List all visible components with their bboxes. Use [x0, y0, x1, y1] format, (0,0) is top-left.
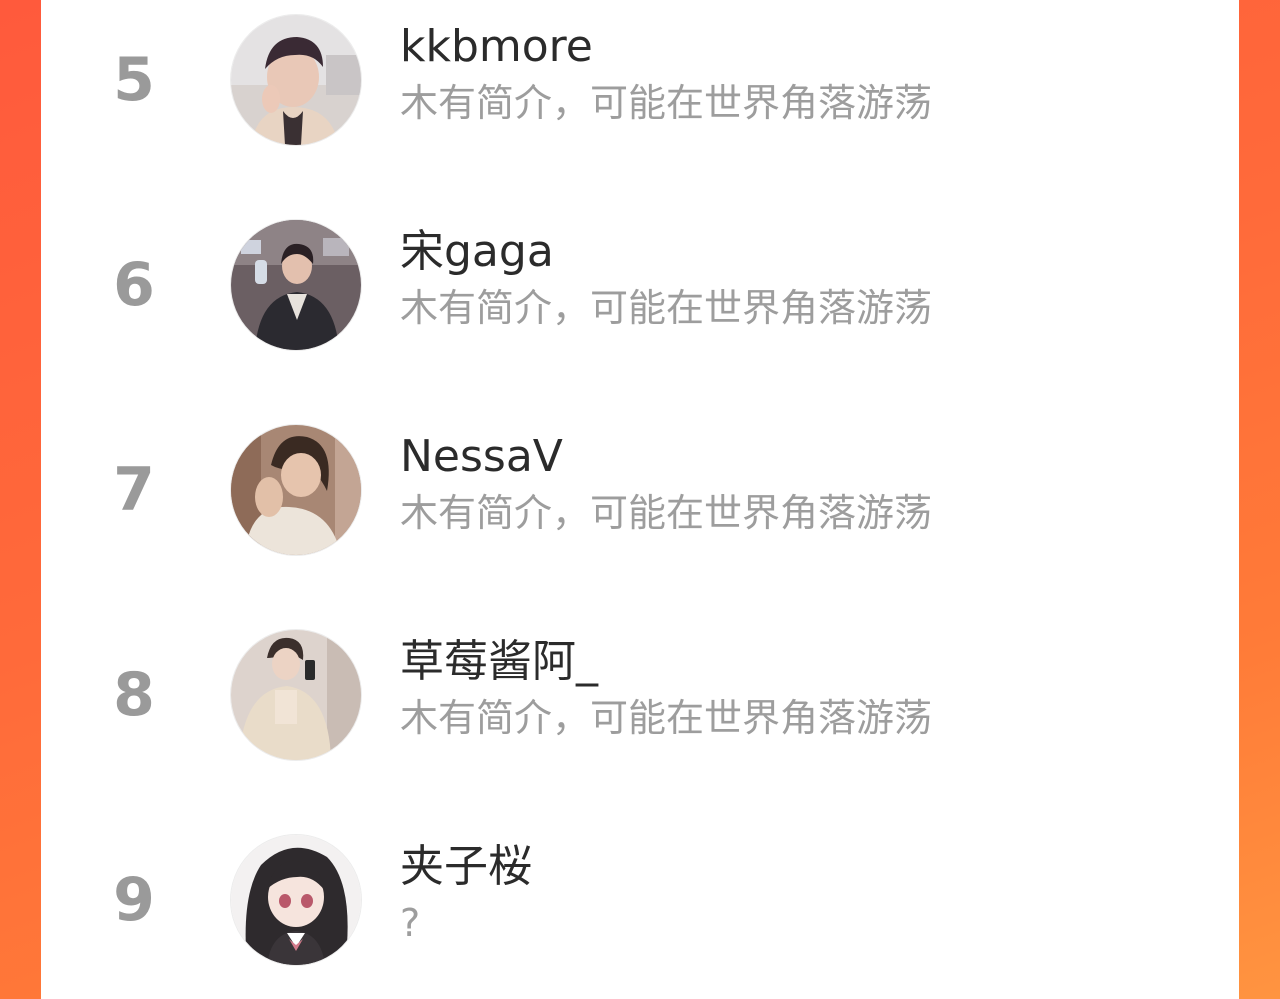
user-photo-icon: [231, 15, 361, 145]
user-name[interactable]: NessaV: [400, 430, 563, 484]
ranking-list-item[interactable]: 5 kkbmore 木有简介，可能在世界角落游荡: [41, 2, 1239, 152]
user-avatar[interactable]: [230, 834, 362, 966]
user-avatar[interactable]: [230, 219, 362, 351]
user-name[interactable]: 宋gaga: [400, 225, 554, 279]
user-name[interactable]: 夹子桜: [400, 840, 532, 894]
user-bio: 木有简介，可能在世界角落游荡: [400, 81, 933, 125]
user-bio: 木有简介，可能在世界角落游荡: [400, 491, 933, 535]
user-bio: 木有简介，可能在世界角落游荡: [400, 696, 933, 740]
user-avatar[interactable]: [230, 14, 362, 146]
user-bio: ?: [400, 901, 421, 945]
user-photo-icon: [231, 425, 361, 555]
rank-number: 9: [113, 865, 155, 935]
anime-avatar-icon: [231, 835, 361, 965]
user-avatar[interactable]: [230, 629, 362, 761]
rank-number: 8: [113, 660, 155, 730]
user-name[interactable]: kkbmore: [400, 20, 593, 74]
user-photo-icon: [231, 630, 361, 760]
rank-number: 5: [113, 45, 155, 115]
user-name[interactable]: 草莓酱阿_: [400, 635, 598, 689]
user-photo-icon: [231, 220, 361, 350]
ranking-list-item[interactable]: 7 NessaV 木有简介，可能在世界角落游荡: [41, 412, 1239, 562]
ranking-list-item[interactable]: 9 夹子桜 ?: [41, 822, 1239, 972]
ranking-list-item[interactable]: 6 宋gaga 木有简介，可能在世界角落游荡: [41, 207, 1239, 357]
user-bio: 木有简介，可能在世界角落游荡: [400, 286, 933, 330]
ranking-list-panel: 5 kkbmore 木有简介，可能在世界角落游荡 6 宋gaga 木有简介，可能…: [41, 0, 1239, 999]
rank-number: 7: [113, 455, 155, 525]
rank-number: 6: [113, 250, 155, 320]
user-avatar[interactable]: [230, 424, 362, 556]
ranking-list-item[interactable]: 8 草莓酱阿_ 木有简介，可能在世界角落游荡: [41, 617, 1239, 767]
